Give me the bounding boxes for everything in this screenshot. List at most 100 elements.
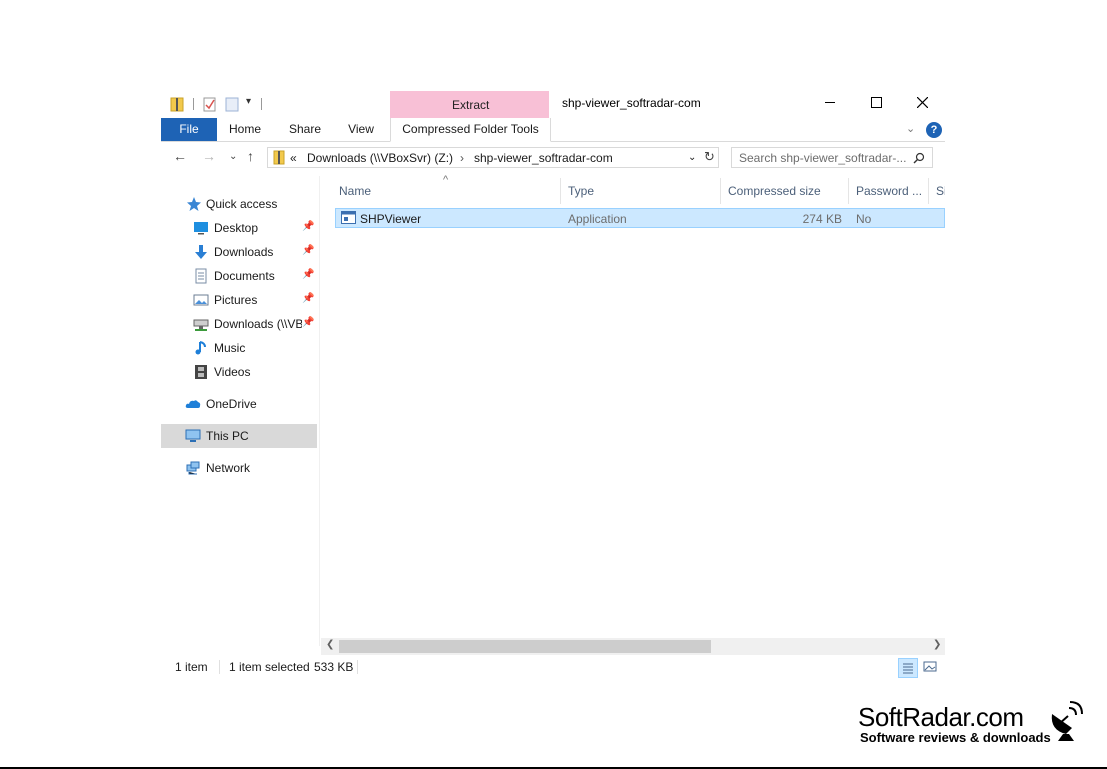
column-header-size[interactable]: Si [936,184,945,206]
explorer-window: ▾ Extract shp-viewer_softradar-com File … [161,88,945,686]
minimize-icon [825,101,835,103]
nav-item-downloads[interactable]: Downloads 📌 [161,240,317,264]
minimize-button[interactable] [807,88,853,116]
nav-label: OneDrive [206,397,257,411]
nav-label: Network [206,461,251,475]
horizontal-scrollbar[interactable]: ❮ ❯ [321,638,945,655]
tab-home[interactable]: Home [223,118,267,141]
tab-share[interactable]: Share [283,118,327,141]
radar-dish-icon [1051,701,1083,741]
nav-item-this-pc[interactable]: This PC [161,424,317,448]
column-separator[interactable] [928,178,929,204]
status-selection: 1 item selected [229,660,310,674]
nav-item-desktop[interactable]: Desktop 📌 [161,216,317,240]
music-icon [195,341,206,355]
recent-locations-chevron-icon[interactable]: ⌄ [229,151,237,162]
extract-label: Extract [452,98,490,112]
nav-label: Quick access [206,197,278,211]
qat-separator [193,98,194,110]
context-tab-header: Extract [390,91,549,118]
nav-item-documents[interactable]: Documents 📌 [161,264,317,288]
maximize-icon [870,96,882,108]
nav-quick-access[interactable]: Quick access [161,192,317,216]
column-header-type[interactable]: Type [568,184,718,206]
pin-icon[interactable]: 📌 [302,221,314,232]
back-arrow-icon[interactable]: ← [173,148,187,164]
scroll-left-icon[interactable]: ❮ [326,639,334,650]
window-title: shp-viewer_softradar-com [562,96,701,110]
table-row[interactable]: SHPViewer Application 274 KB No [335,208,945,228]
watermark-subtitle: Software reviews & downloads [860,730,1051,745]
breadcrumb-folder[interactable]: shp-viewer_softradar-com [474,151,613,165]
tab-view[interactable]: View [341,118,381,141]
watermark-title: SoftRadar.com [858,702,1024,732]
close-button[interactable] [899,88,945,116]
application-icon [341,211,356,224]
large-icons-view-button[interactable] [921,658,941,678]
column-header-compressed-size[interactable]: Compressed size [728,184,846,206]
pin-icon[interactable]: 📌 [302,245,314,256]
pin-icon[interactable]: 📌 [302,269,314,280]
expand-ribbon-chevron-icon[interactable]: ⌄ [906,122,915,135]
pane-divider[interactable] [319,176,320,646]
nav-label: This PC [206,429,249,443]
tab-file[interactable]: File [161,118,217,141]
nav-label: Downloads [214,245,274,259]
search-icon[interactable] [913,152,925,164]
pin-icon[interactable]: 📌 [302,317,314,328]
help-button[interactable]: ? [926,122,942,138]
videos-icon [195,365,207,379]
zip-folder-icon[interactable] [170,96,184,112]
scroll-right-icon[interactable]: ❯ [933,639,941,650]
nav-label: Documents [214,269,275,283]
refresh-icon[interactable]: ↻ [704,149,715,165]
qat-separator [261,98,262,110]
status-separator [219,660,220,674]
zip-folder-icon [273,150,285,165]
file-type: Application [568,212,627,226]
forward-arrow-icon[interactable]: → [202,148,216,164]
onedrive-icon [185,400,201,408]
address-history-chevron-icon[interactable]: ⌄ [688,152,696,163]
nav-item-pictures[interactable]: Pictures 📌 [161,288,317,312]
status-separator [357,660,358,674]
nav-label: Music [214,341,246,355]
ribbon-tab-bar: File Home Share View Compressed Folder T… [161,118,945,142]
scrollbar-thumb[interactable] [339,640,711,653]
nav-item-onedrive[interactable]: OneDrive [161,392,317,416]
details-view-button[interactable] [898,658,918,678]
pin-icon[interactable]: 📌 [302,293,314,304]
up-arrow-icon[interactable]: ↑ [247,148,254,164]
column-separator[interactable] [848,178,849,204]
maximize-button[interactable] [853,88,899,116]
network-icon [186,461,200,475]
search-box[interactable]: Search shp-viewer_softradar-... [731,147,933,168]
column-header-name[interactable]: Name [339,184,559,206]
nav-label: Downloads (\\VBoxSvr) (Z:) [214,317,302,331]
breadcrumb-overflow[interactable]: « [290,151,297,165]
breadcrumb-drive[interactable]: Downloads (\\VBoxSvr) (Z:) [307,151,453,165]
column-header-password[interactable]: Password ... [856,184,926,206]
column-separator[interactable] [720,178,721,204]
nav-item-videos[interactable]: Videos [161,360,317,384]
pictures-icon [193,294,209,306]
search-input[interactable]: Search shp-viewer_softradar-... [739,151,906,165]
nav-item-network-drive[interactable]: Downloads (\\VBoxSvr) (Z:) 📌 [161,312,317,336]
downloads-icon [195,245,207,259]
nav-item-network[interactable]: Network [161,456,317,480]
nav-item-music[interactable]: Music [161,336,317,360]
properties-icon[interactable] [203,96,217,112]
desktop-icon [194,222,208,235]
computer-icon [185,429,201,442]
file-list: ^ Name Type Compressed size Password ...… [321,174,945,654]
status-size: 533 KB [314,660,354,674]
star-icon [187,197,201,211]
navigation-pane: Quick access Desktop 📌 Downloads 📌 Docum… [161,180,318,642]
breadcrumb-separator-icon[interactable]: › [460,151,464,165]
column-separator[interactable] [560,178,561,204]
customize-qat-chevron-icon[interactable]: ▾ [246,96,251,107]
large-icons-view-icon [923,661,937,672]
address-bar[interactable]: « Downloads (\\VBoxSvr) (Z:) › shp-viewe… [267,147,719,168]
new-folder-icon[interactable] [225,96,239,112]
tab-compressed-folder-tools[interactable]: Compressed Folder Tools [390,118,551,142]
